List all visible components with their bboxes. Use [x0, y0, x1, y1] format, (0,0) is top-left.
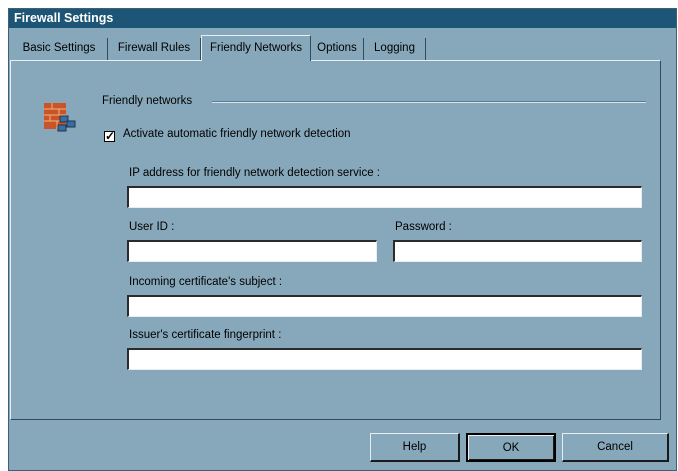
window-title: Firewall Settings — [9, 9, 676, 28]
tab-logging[interactable]: Logging — [364, 38, 426, 60]
group-divider — [212, 101, 646, 103]
tab-options[interactable]: Options — [311, 38, 364, 60]
auto-detect-label[interactable]: Activate automatic friendly network dete… — [123, 128, 351, 140]
certificate-fingerprint-input[interactable] — [127, 348, 642, 370]
cancel-button[interactable]: Cancel — [562, 433, 669, 462]
certificate-fingerprint-label: Issuer's certificate fingerprint : — [129, 329, 282, 341]
help-button[interactable]: Help — [370, 433, 460, 462]
ok-button[interactable]: OK — [466, 433, 556, 462]
password-input[interactable] — [393, 240, 642, 262]
password-label: Password : — [395, 221, 452, 233]
ip-address-input[interactable] — [127, 186, 642, 208]
tab-firewall-rules[interactable]: Firewall Rules — [108, 38, 201, 60]
certificate-subject-label: Incoming certificate's subject : — [129, 276, 283, 288]
group-title: Friendly networks — [102, 95, 193, 107]
auto-detect-checkbox[interactable]: ✓ — [104, 129, 116, 143]
tab-basic-settings[interactable]: Basic Settings — [11, 38, 108, 60]
firewall-network-icon — [44, 103, 76, 132]
tab-friendly-networks[interactable]: Friendly Networks — [201, 35, 311, 61]
user-id-label: User ID : — [129, 221, 175, 233]
certificate-subject-input[interactable] — [127, 295, 642, 317]
ip-address-label: IP address for friendly network detectio… — [129, 167, 380, 179]
user-id-input[interactable] — [127, 240, 377, 262]
checkmark-icon: ✓ — [105, 129, 116, 143]
